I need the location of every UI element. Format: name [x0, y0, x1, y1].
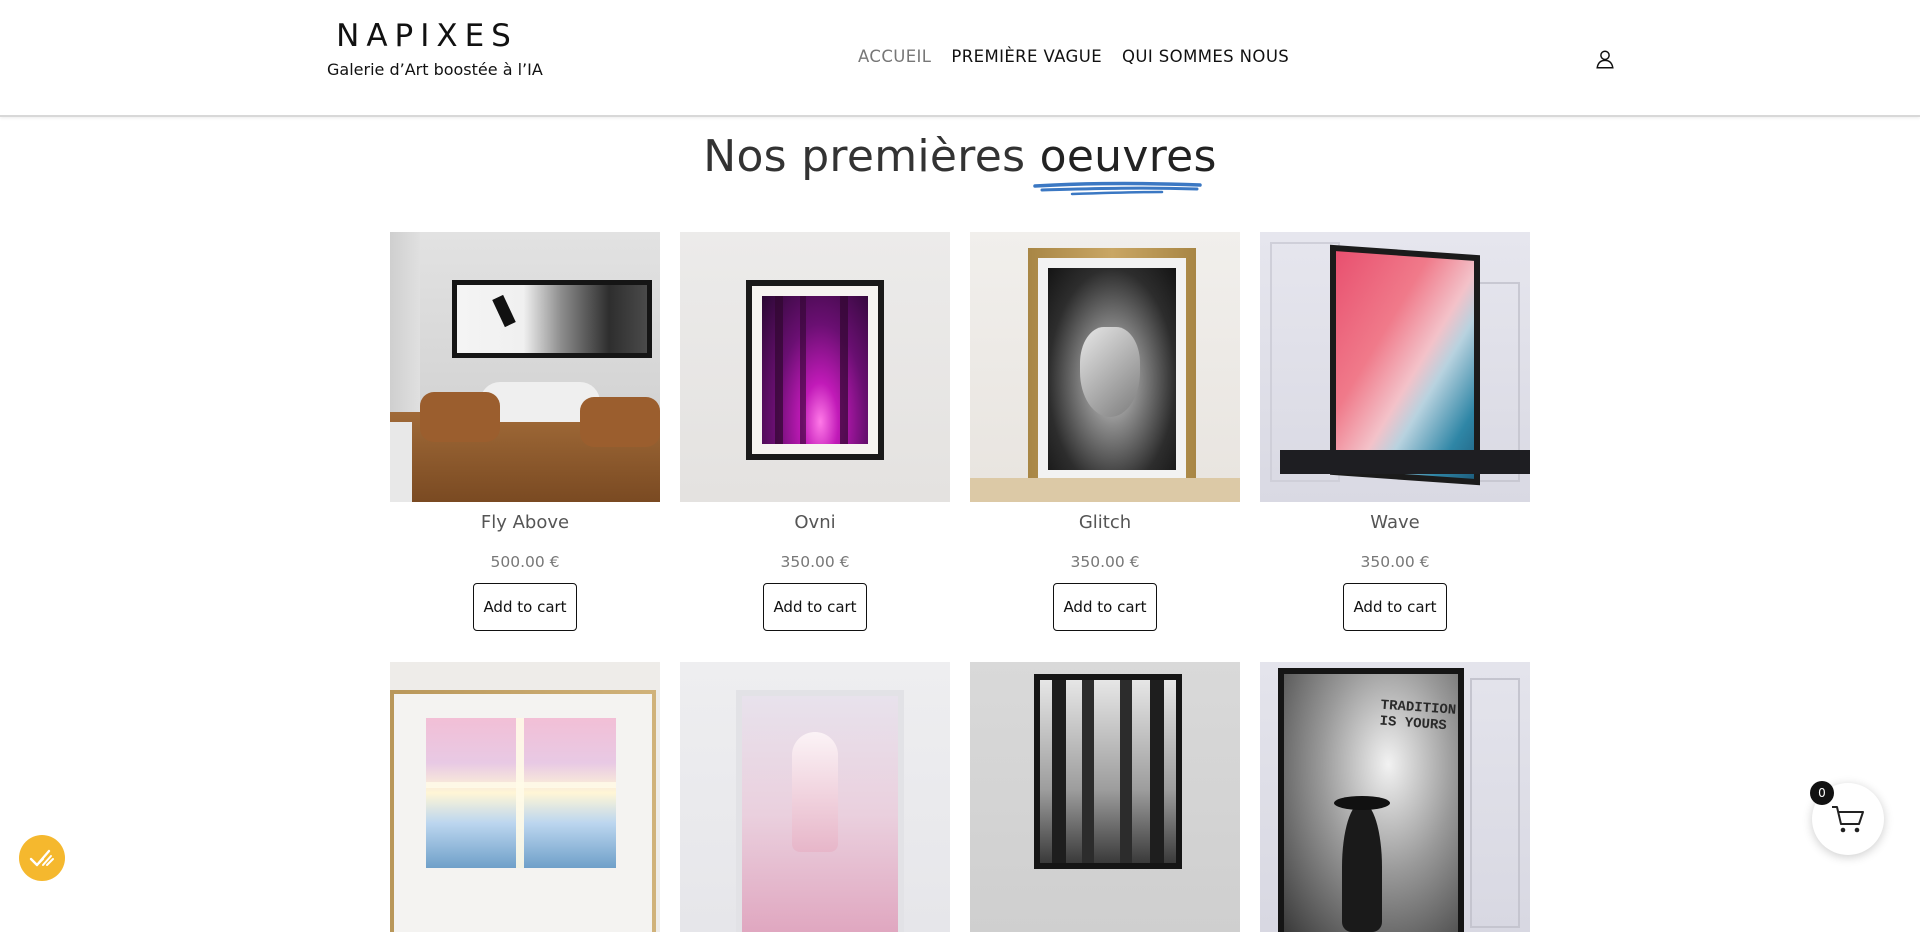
cookie-check-icon [29, 849, 54, 867]
product-image[interactable] [970, 662, 1240, 932]
add-to-cart-button[interactable]: Add to cart [473, 583, 577, 631]
section-title-prefix: Nos premières [703, 131, 1026, 182]
product-image[interactable]: TRADITION IS YOURS [1260, 662, 1530, 932]
product-name[interactable]: Fly Above [390, 512, 660, 536]
brand-tagline: Galerie d’Art boostée à l’IA [327, 60, 543, 79]
product-image[interactable] [1260, 232, 1530, 502]
nav-item-premiere-vague[interactable]: PREMIÈRE VAGUE [951, 47, 1102, 66]
brand-logo[interactable]: NAPIXES Galerie d’Art boostée à l’IA [327, 18, 543, 80]
product-card [970, 662, 1240, 932]
product-price: 350.00 € [1360, 553, 1430, 571]
add-to-cart-button[interactable]: Add to cart [1053, 583, 1157, 631]
cookie-consent-button[interactable] [19, 835, 65, 881]
product-image[interactable] [680, 232, 950, 502]
product-name[interactable]: Glitch [970, 512, 1240, 536]
product-card: Wave 350.00 € Add to cart [1260, 232, 1530, 631]
section-title-emphasis: oeuvres [1032, 131, 1217, 196]
product-price: 500.00 € [490, 553, 560, 571]
nav-item-qui-sommes-nous[interactable]: QUI SOMMES NOUS [1122, 47, 1289, 66]
product-image[interactable] [390, 662, 660, 932]
site-header: NAPIXES Galerie d’Art boostée à l’IA ACC… [0, 0, 1920, 117]
product-name[interactable]: Ovni [680, 512, 950, 536]
add-to-cart-button[interactable]: Add to cart [763, 583, 867, 631]
product-image[interactable] [390, 232, 660, 502]
product-price: 350.00 € [780, 553, 850, 571]
product-card: Fly Above 500.00 € Add to cart [390, 232, 660, 631]
product-image[interactable] [970, 232, 1240, 502]
brush-underline [1032, 181, 1202, 196]
product-card [680, 662, 950, 932]
product-card: Ovni 350.00 € Add to cart [680, 232, 950, 631]
product-card [390, 662, 660, 932]
product-price: 350.00 € [1070, 553, 1140, 571]
nav-item-accueil[interactable]: ACCUEIL [858, 47, 931, 66]
floating-cart-button[interactable]: 0 [1810, 781, 1884, 855]
product-image[interactable] [680, 662, 950, 932]
product-name[interactable]: Wave [1260, 512, 1530, 536]
section-title: Nos premières oeuvres [0, 131, 1920, 196]
section-title-emphasis-text: oeuvres [1039, 131, 1217, 182]
product-card: TRADITION IS YOURS [1260, 662, 1530, 932]
cart-count-badge: 0 [1810, 781, 1834, 805]
product-card: Glitch 350.00 € Add to cart [970, 232, 1240, 631]
brand-name: NAPIXES [336, 18, 518, 54]
poster-text: TRADITION IS YOURS [1378, 697, 1457, 735]
main-nav: ACCUEIL PREMIÈRE VAGUE QUI SOMMES NOUS [858, 47, 1289, 66]
user-icon[interactable] [1594, 48, 1616, 70]
cart-icon [1832, 806, 1864, 833]
add-to-cart-button[interactable]: Add to cart [1343, 583, 1447, 631]
